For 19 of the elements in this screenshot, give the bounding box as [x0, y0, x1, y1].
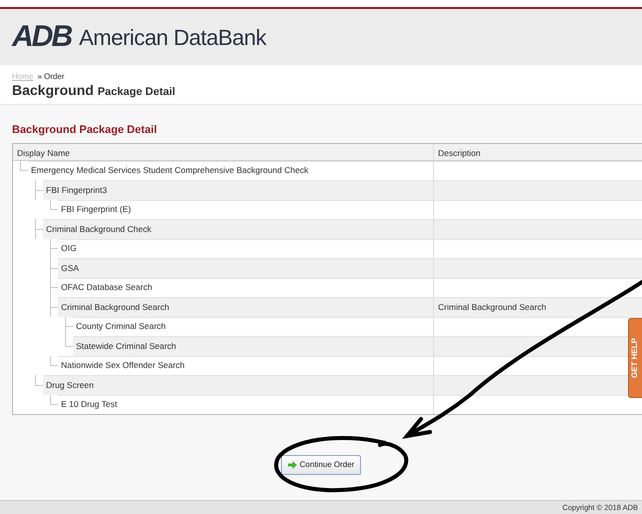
continue-order-button[interactable]: Continue Order: [280, 455, 362, 475]
tree-item: E 10 Drug Test: [58, 394, 433, 414]
section-title: Background Package Detail: [12, 123, 158, 138]
column-header: Display Name: [13, 144, 434, 160]
breadcrumb-item: » Order: [37, 71, 64, 83]
page-title: Background Package Detail: [12, 83, 176, 98]
tree-item: Criminal Background Check: [43, 219, 433, 238]
brand-name: American DataBank: [79, 24, 266, 52]
tree-item: Drug Screen: [43, 375, 433, 394]
logo: ADB: [12, 22, 71, 52]
tree-item: FBI Fingerprint3: [43, 180, 433, 200]
tree-item: Statewide Criminal Search: [73, 336, 433, 356]
column-header: Description: [437, 146, 482, 160]
help-tab[interactable]: GET HELP: [628, 318, 642, 398]
arrow-icon: [288, 461, 297, 469]
tree-item: GSA: [58, 258, 433, 278]
home-link[interactable]: Home: [12, 71, 34, 83]
tree-item: Criminal Background Search: [58, 297, 433, 316]
table-cell: Criminal Background Search: [434, 297, 642, 316]
